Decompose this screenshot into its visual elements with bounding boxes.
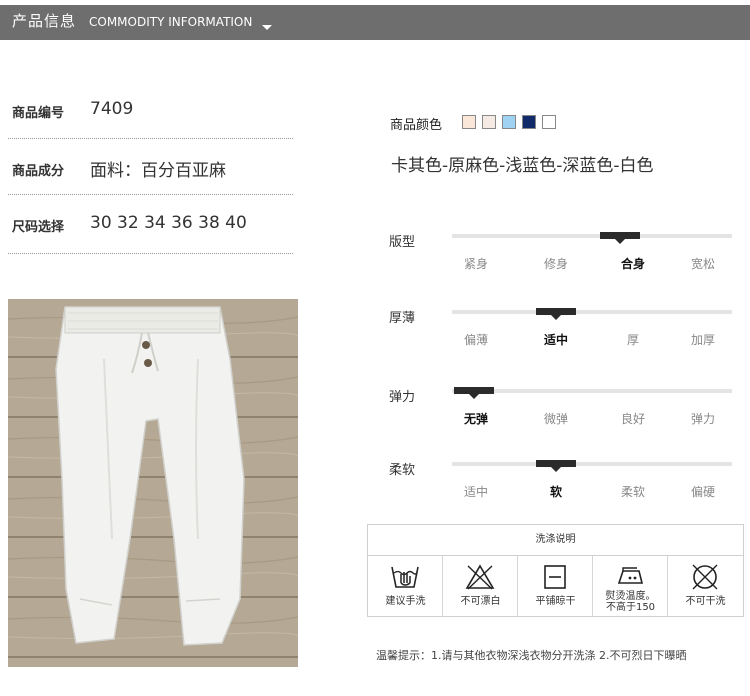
divider (8, 253, 293, 254)
no-dry-clean-icon (692, 564, 718, 590)
color-names: 卡其色-原麻色-浅蓝色-深蓝色-白色 (391, 156, 654, 176)
rating-option: 厚 (626, 333, 639, 347)
color-label: 商品颜色 (390, 118, 443, 133)
rating-option: 合身 (620, 257, 645, 271)
wash-label: 建议手洗 (385, 596, 426, 607)
divider (8, 138, 293, 139)
rating-option: 适中 (463, 485, 488, 499)
pants-illustration (8, 299, 298, 667)
rating-marker (454, 387, 495, 399)
divider (8, 194, 293, 195)
rating-label: 厚薄 (389, 311, 416, 326)
rating-option: 软 (549, 485, 562, 499)
section-title-en: COMMODITY INFORMATION (89, 15, 253, 29)
size-value: 30 32 34 36 38 40 (90, 213, 247, 233)
wash-item-iron: 熨烫温度。 不高于150 (593, 556, 668, 616)
rating-track (452, 310, 732, 314)
flat-dry-icon (544, 565, 566, 589)
rating-option: 微弹 (543, 412, 568, 426)
rating-label: 版型 (389, 235, 416, 250)
wash-label: 熨烫温度。 (605, 591, 656, 602)
rating-track (452, 234, 732, 238)
rating-marker (535, 460, 576, 472)
wash-label: 不可干洗 (685, 596, 726, 607)
section-title-cn: 产品信息 (12, 12, 77, 30)
product-photo (8, 299, 298, 667)
rating-option: 无弹 (463, 412, 488, 426)
rating-option: 加厚 (690, 333, 715, 347)
rating-track (452, 462, 732, 466)
wash-item-no-dry-clean: 不可干洗 (668, 556, 743, 616)
size-label: 尺码选择 (12, 220, 65, 235)
iron-temperature-icon (617, 567, 644, 584)
rating-option: 偏硬 (690, 485, 715, 499)
rating-label: 柔软 (389, 463, 416, 478)
color-swatch-white[interactable] (542, 115, 556, 129)
chevron-down-icon[interactable] (262, 25, 272, 30)
item-number-label: 商品编号 (12, 106, 65, 121)
wash-instructions: 洗涤说明 建议手洗 不可漂白 平铺晾干 熨烫温度。 不高于150 不可干洗 (367, 524, 744, 617)
wash-item-flat-dry: 平铺晾干 (518, 556, 593, 616)
rating-option: 修身 (543, 257, 568, 271)
rating-marker (600, 232, 640, 244)
wash-label: 不可漂白 (460, 596, 501, 607)
wash-label: 不高于150 (605, 602, 656, 613)
section-header: 产品信息 COMMODITY INFORMATION (0, 5, 750, 40)
rating-option: 柔软 (620, 485, 645, 499)
item-number-value: 7409 (90, 99, 134, 119)
rating-option: 适中 (543, 333, 568, 347)
rating-label: 弹力 (389, 390, 416, 405)
color-swatch-natural[interactable] (482, 115, 496, 129)
color-swatch-light-blue[interactable] (502, 115, 516, 129)
rating-marker (535, 308, 576, 320)
rating-option: 紧身 (463, 257, 488, 271)
hand-wash-icon (391, 566, 419, 588)
composition-label: 商品成分 (12, 164, 65, 179)
rating-option: 良好 (620, 412, 645, 426)
composition-value: 面料：百分百亚麻 (90, 161, 226, 181)
wash-item-hand-wash: 建议手洗 (368, 556, 443, 616)
rating-option: 弹力 (690, 412, 715, 426)
color-swatch-khaki[interactable] (462, 115, 476, 129)
rating-option: 宽松 (690, 257, 715, 271)
no-bleach-icon (465, 564, 495, 590)
color-swatch-navy[interactable] (522, 115, 536, 129)
rating-option: 偏薄 (463, 333, 488, 347)
wash-title: 洗涤说明 (368, 525, 743, 556)
wash-item-no-bleach: 不可漂白 (443, 556, 518, 616)
wash-label: 平铺晾干 (535, 596, 576, 607)
care-tip: 温馨提示：1.请与其他衣物深浅衣物分开洗涤 2.不可烈日下曝晒 (376, 649, 687, 662)
